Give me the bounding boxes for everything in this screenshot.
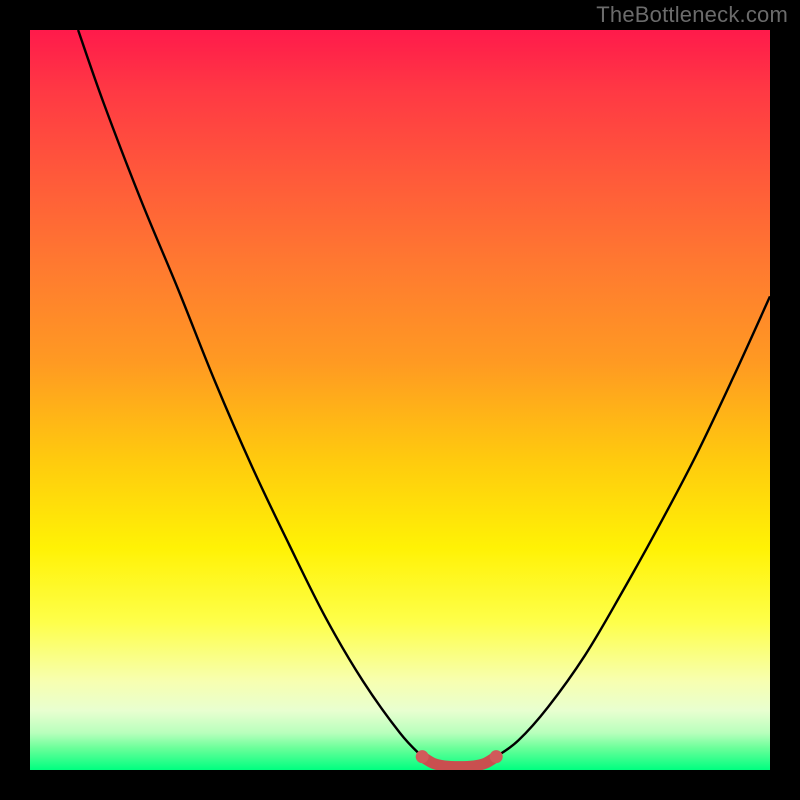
marker-endpoint-left xyxy=(416,750,429,763)
marker-endpoint-right xyxy=(490,750,503,763)
curve-right-branch xyxy=(496,296,770,756)
minimum-marker xyxy=(422,757,496,767)
curve-left-branch xyxy=(78,30,422,757)
chart-frame: TheBottleneck.com xyxy=(0,0,800,800)
chart-svg xyxy=(30,30,770,770)
plot-area xyxy=(30,30,770,770)
watermark-text: TheBottleneck.com xyxy=(596,2,788,28)
